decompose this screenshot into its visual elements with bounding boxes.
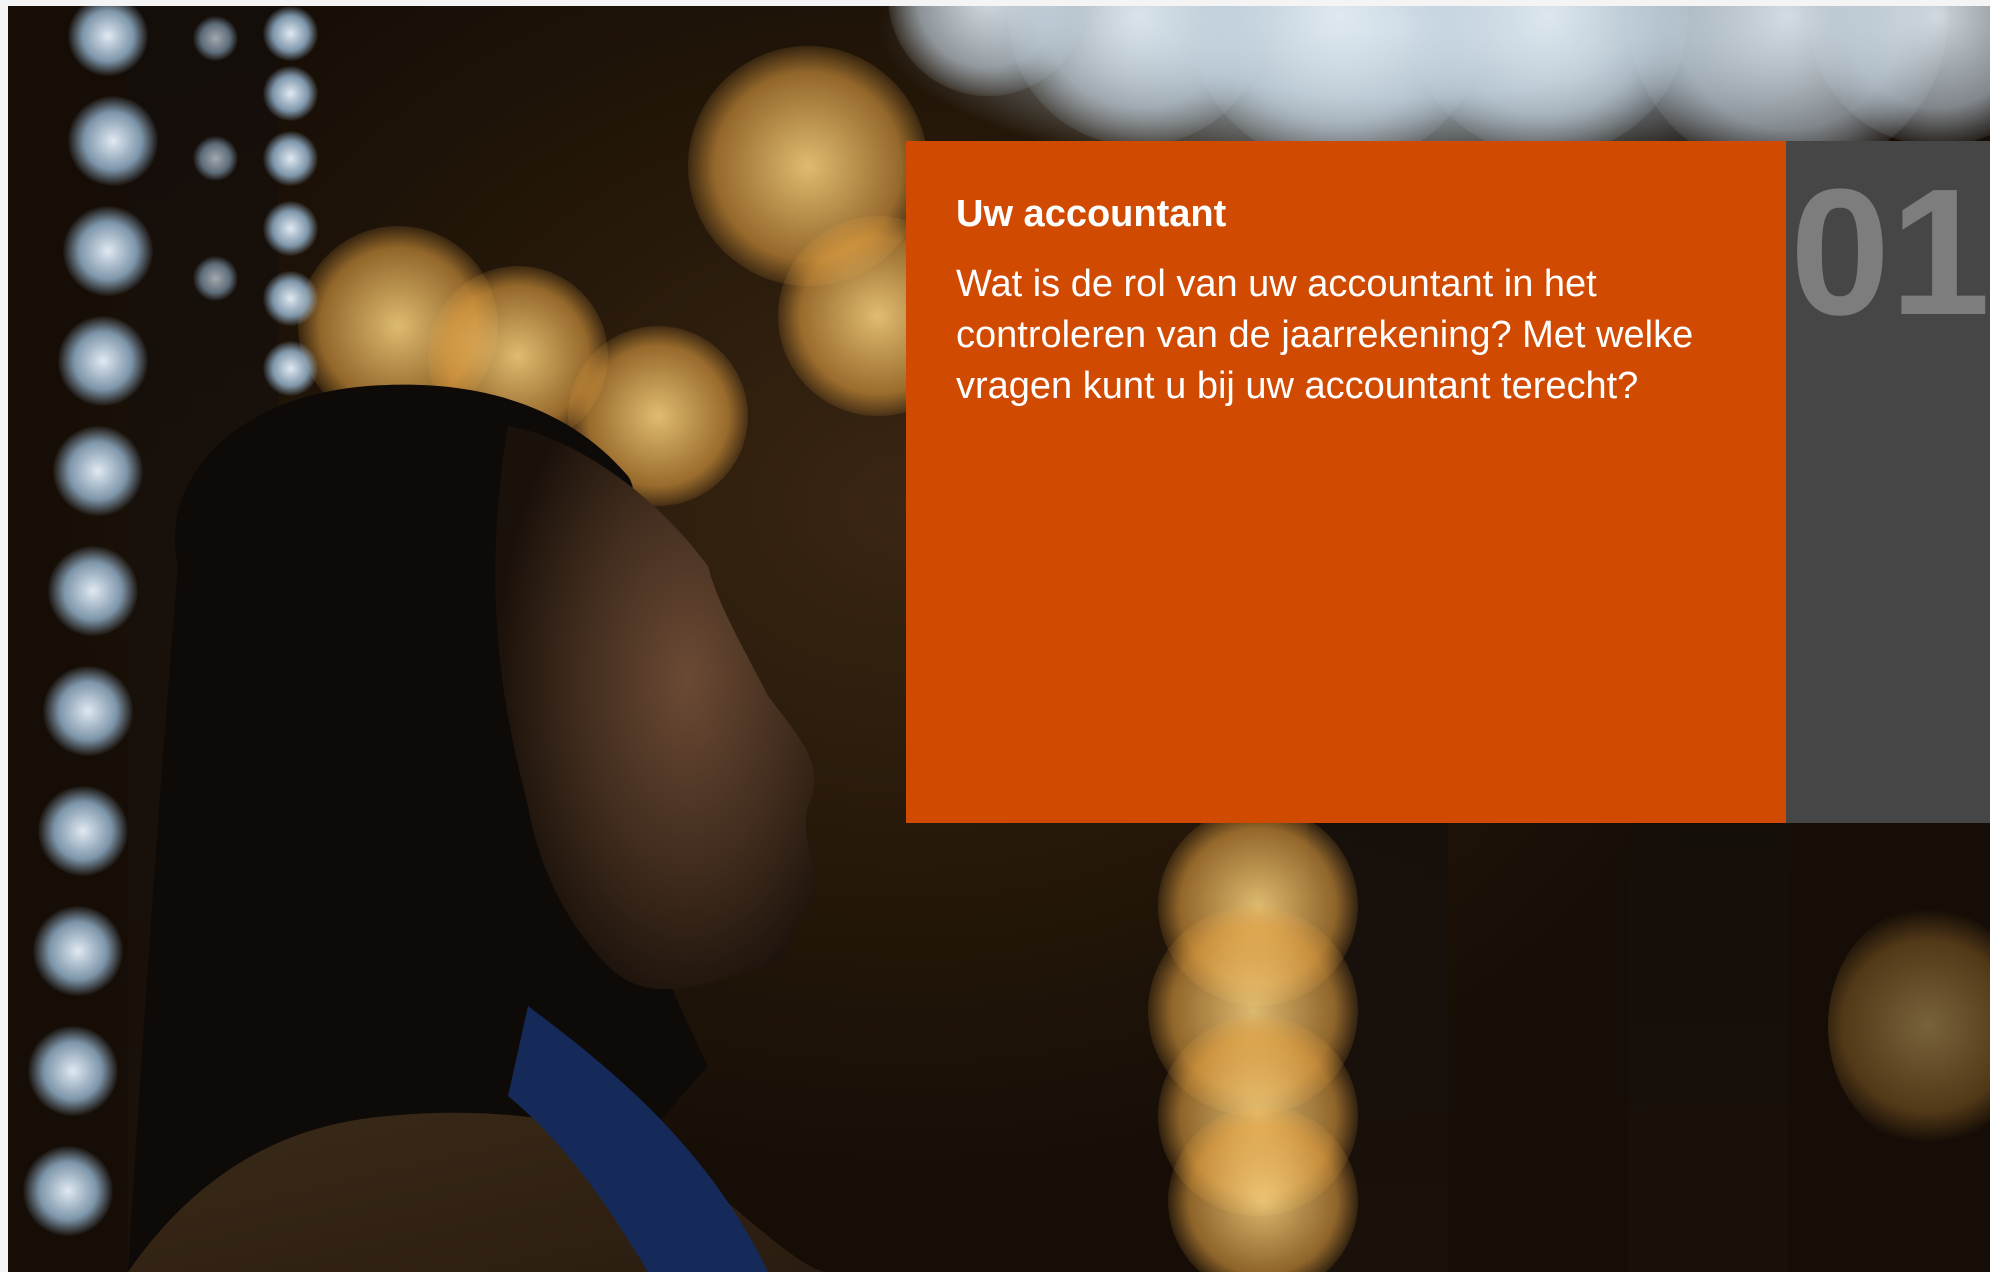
person-silhouette xyxy=(128,384,828,1272)
section-number: 01 xyxy=(1790,152,1990,353)
panel-title: Uw accountant xyxy=(956,193,1227,235)
content-panel: Uw accountant Wat is de rol van uw accou… xyxy=(906,141,1786,823)
bokeh-light xyxy=(1828,906,1990,1146)
section-number-panel: 01 xyxy=(1786,141,1990,823)
photo-column xyxy=(1628,826,1788,1272)
slide: Uw accountant Wat is de rol van uw accou… xyxy=(8,6,1990,1272)
panel-body-text: Wat is de rol van uw accountant in het c… xyxy=(956,263,1694,407)
